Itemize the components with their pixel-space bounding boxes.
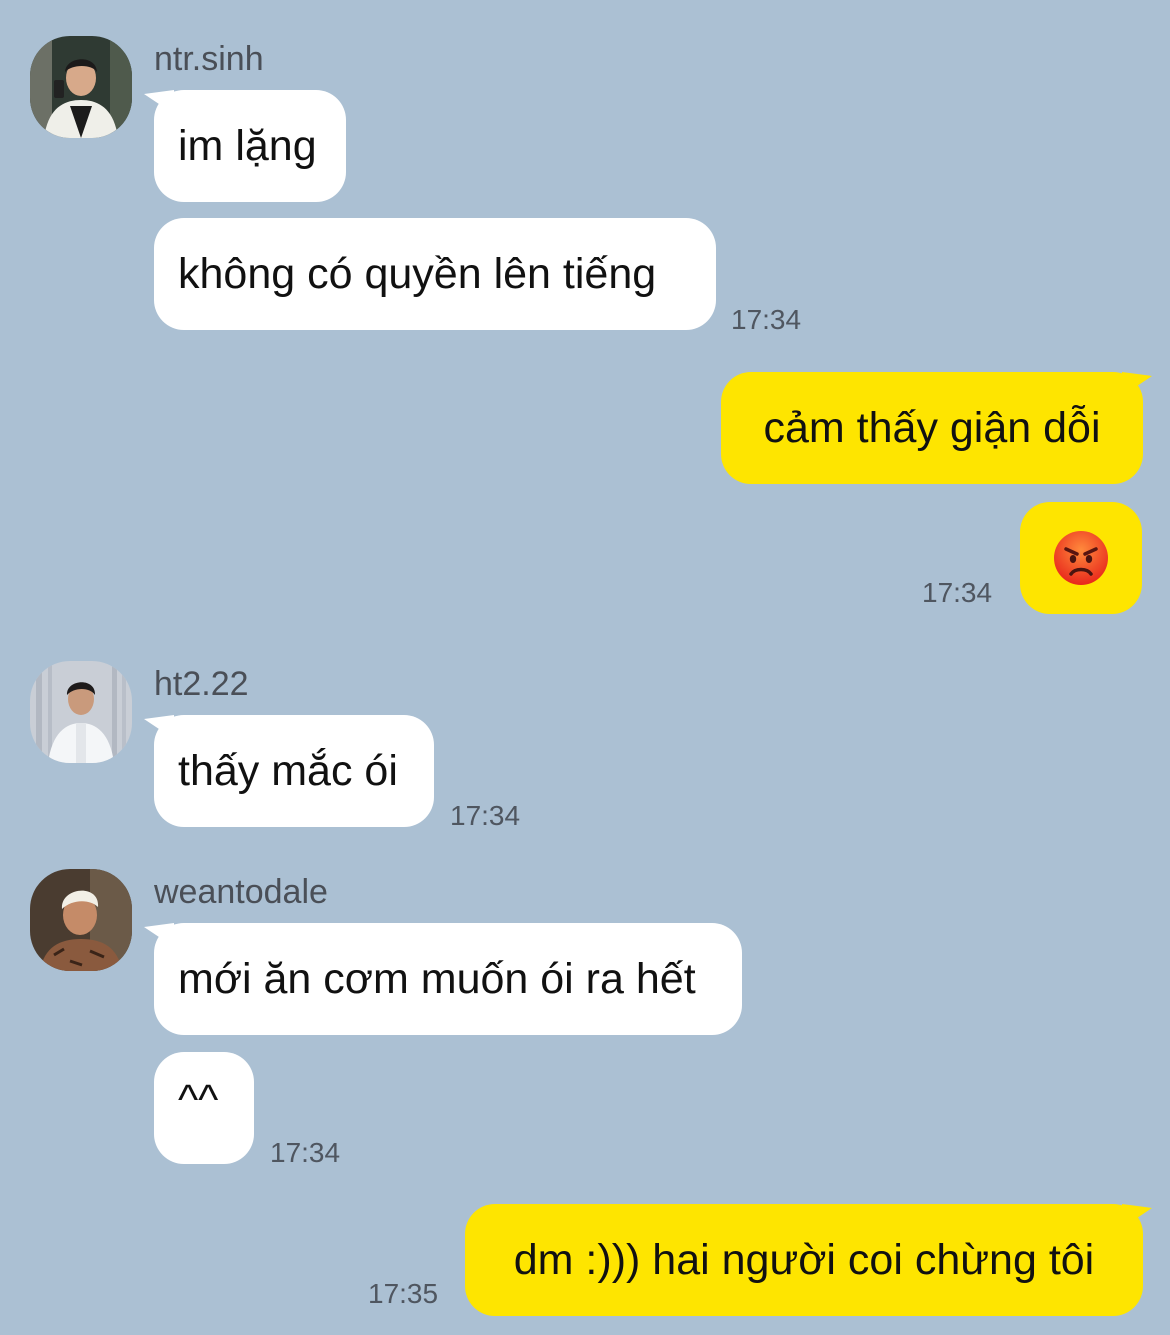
- angry-face-icon: [1054, 531, 1108, 585]
- avatar-image: [30, 869, 132, 971]
- avatar-ht2-22[interactable]: [30, 661, 132, 763]
- avatar-image: [30, 661, 132, 763]
- message-bubble[interactable]: không có quyền lên tiếng: [154, 218, 716, 330]
- message-timestamp: 17:34: [731, 304, 802, 335]
- sender-name: ntr.sinh: [154, 40, 264, 78]
- emoji-bubble[interactable]: [1020, 502, 1142, 614]
- message-bubble[interactable]: im lặng: [154, 90, 346, 202]
- message-bubble[interactable]: cảm thấy giận dỗi: [721, 372, 1143, 484]
- message-timestamp: 17:34: [922, 577, 993, 608]
- avatar-ntr-sinh[interactable]: [30, 36, 132, 138]
- sender-name: weantodale: [154, 873, 328, 911]
- sender-name: ht2.22: [154, 665, 249, 703]
- avatar-weantodale[interactable]: [30, 869, 132, 971]
- message-timestamp: 17:34: [270, 1137, 341, 1168]
- avatar-image: [30, 36, 132, 138]
- message-bubble[interactable]: thấy mắc ói: [154, 715, 434, 827]
- message-bubble[interactable]: dm :))) hai người coi chừng tôi: [465, 1204, 1143, 1316]
- message-bubble[interactable]: ^^: [154, 1052, 254, 1164]
- message-bubble[interactable]: mới ăn cơm muốn ói ra hết: [154, 923, 742, 1035]
- message-timestamp: 17:35: [368, 1278, 439, 1309]
- message-timestamp: 17:34: [450, 800, 521, 831]
